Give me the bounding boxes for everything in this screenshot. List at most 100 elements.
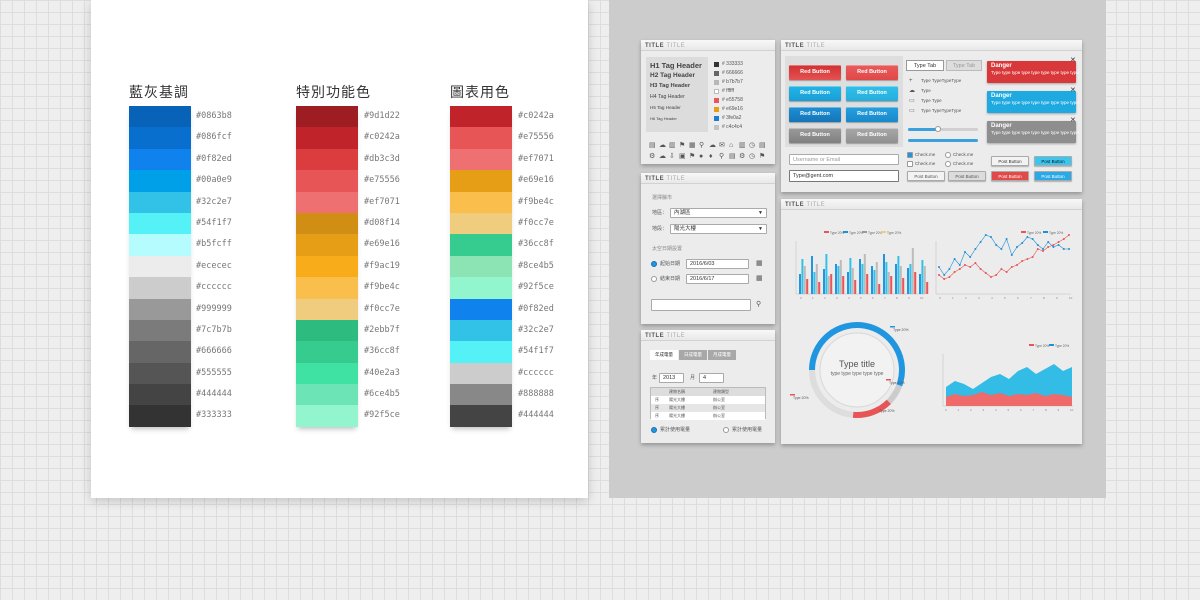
x-tick-label: 10: [920, 296, 924, 300]
color-hex-label: #c0242a: [518, 111, 554, 121]
end-date-input[interactable]: 2016/6/17: [686, 274, 749, 284]
red-button[interactable]: Red Button: [789, 107, 841, 122]
icon-drop-icon[interactable]: ♦: [709, 153, 713, 160]
post-button[interactable]: Post Button: [991, 156, 1029, 166]
icon-flag-icon[interactable]: ⚑: [679, 142, 685, 149]
icon-cloud-icon[interactable]: ☁: [659, 142, 666, 149]
color-hex-label: #9d1d22: [364, 111, 400, 121]
table-tab[interactable]: 年成電量: [650, 350, 678, 360]
bar: [875, 262, 878, 294]
palette-title-chart: 圖表用色: [450, 84, 510, 100]
calendar-icon[interactable]: ▦: [756, 260, 763, 267]
close-icon[interactable]: ✕: [1070, 117, 1076, 124]
text-color-label: # c4c4c4: [722, 124, 743, 130]
calendar-icon[interactable]: ▦: [756, 275, 763, 282]
icon-dot-icon[interactable]: ●: [699, 153, 703, 160]
red-button[interactable]: Red Button: [846, 86, 898, 101]
radio-end[interactable]: [651, 276, 657, 282]
red-button[interactable]: Red Button: [846, 65, 898, 80]
year-select[interactable]: 2013: [659, 373, 684, 383]
icon-cloud-icon[interactable]: ☁: [709, 142, 716, 149]
color-swatch: [296, 191, 358, 213]
icon-clock-icon[interactable]: ◷: [749, 153, 755, 160]
color-swatch: [450, 384, 512, 406]
checkbox[interactable]: [945, 161, 951, 167]
x-tick-label: 2: [824, 296, 826, 300]
text-color-label: # 333333: [722, 61, 743, 67]
color-hex-label: #b5fcff: [196, 239, 232, 250]
icon-grid-icon[interactable]: ▥: [669, 142, 676, 149]
icon-home-icon[interactable]: ⌂: [729, 142, 733, 149]
red-button[interactable]: Red Button: [789, 65, 841, 80]
checkbox[interactable]: [907, 161, 913, 167]
icon-table-icon[interactable]: ▦: [689, 142, 696, 149]
icon-search-icon[interactable]: ⚲: [719, 153, 724, 160]
color-hex-label: #ececec: [196, 260, 232, 271]
radio-total-b[interactable]: [723, 427, 729, 433]
list-item-icon: ▭: [909, 108, 915, 114]
list-item[interactable]: Type: [921, 88, 931, 94]
tab-inactive[interactable]: Type Tab: [946, 60, 982, 71]
search-icon[interactable]: ⚲: [756, 301, 761, 308]
close-icon[interactable]: ✕: [1070, 57, 1076, 64]
tab-active[interactable]: Type Tab: [906, 60, 944, 71]
icon-flag-icon[interactable]: ⚑: [759, 153, 765, 160]
search-input[interactable]: [651, 299, 751, 311]
post-button[interactable]: Post Button: [948, 171, 986, 181]
radio-start[interactable]: [651, 261, 657, 267]
icon-download-icon[interactable]: ⇩: [669, 153, 675, 160]
icon-chart-icon[interactable]: ▥: [739, 142, 746, 149]
red-button[interactable]: Red Button: [789, 86, 841, 101]
month-select[interactable]: 4: [699, 373, 724, 383]
table-row[interactable]: 序 陽光大樓 辦公室: [651, 404, 765, 412]
table-tab[interactable]: 月成電量: [708, 350, 736, 360]
color-hex-label: #e75556: [364, 175, 400, 186]
icon-gear-icon[interactable]: ⚙: [649, 153, 655, 160]
post-button[interactable]: Post Button: [907, 171, 945, 181]
red-button[interactable]: Red Button: [846, 107, 898, 122]
bar: [839, 260, 842, 294]
table-row[interactable]: 序 陽光大樓 辦公室: [651, 412, 765, 420]
icon-gear-icon[interactable]: ⚙: [739, 153, 745, 160]
icon-search-icon[interactable]: ⚲: [699, 142, 704, 149]
bar: [803, 266, 806, 294]
icon-cloud-icon[interactable]: ☁: [659, 153, 666, 160]
icon-mail-icon[interactable]: ✉: [719, 142, 725, 149]
table-row[interactable]: 序 陽光大樓 辦公室: [651, 396, 765, 404]
list-item[interactable]: Type TypeTypeType: [921, 78, 961, 84]
red-button[interactable]: Red Button: [789, 128, 841, 143]
icon-doc-icon[interactable]: ▤: [759, 142, 766, 149]
username-input[interactable]: Username or Email: [789, 154, 899, 165]
table-tab[interactable]: 日成電量: [679, 350, 707, 360]
color-hex-label: #00a0e9: [196, 175, 232, 186]
x-tick-label: 3: [836, 296, 838, 300]
color-hex-label: #92f5ce: [518, 282, 554, 293]
icon-list-icon[interactable]: ▤: [649, 142, 656, 149]
color-hex-label: #0f82ed: [196, 153, 232, 164]
icon-list-icon[interactable]: ▤: [729, 153, 736, 160]
line-series: [938, 234, 1069, 276]
close-icon[interactable]: ✕: [1070, 87, 1076, 94]
icon-clock-icon[interactable]: ◷: [749, 142, 755, 149]
lot-select[interactable]: 陽光大樓 ▼: [670, 224, 767, 234]
start-date-input[interactable]: 2016/6/03: [686, 259, 749, 269]
radio-total-a[interactable]: [651, 427, 657, 433]
email-input[interactable]: Type@gent.com: [789, 170, 899, 182]
checkbox[interactable]: [907, 152, 913, 158]
region-select[interactable]: 內湖區 ▼: [670, 208, 767, 218]
icon-flag-icon[interactable]: ⚑: [689, 153, 695, 160]
list-item[interactable]: Type TypeTypeType: [921, 108, 961, 114]
post-button[interactable]: Post Button: [1034, 156, 1072, 166]
x-tick-label: 1: [952, 296, 954, 300]
post-button[interactable]: Post Button: [1034, 171, 1072, 181]
form-section-region: 選擇縣市: [652, 195, 673, 201]
checkbox[interactable]: [945, 152, 951, 158]
red-button[interactable]: Red Button: [846, 128, 898, 143]
icon-box-icon[interactable]: ▣: [679, 153, 686, 160]
color-swatch: [296, 234, 358, 256]
color-swatch: [296, 212, 358, 235]
danger-alert: Danger Type type type type type type type…: [987, 61, 1079, 83]
slider-handle[interactable]: [935, 126, 941, 132]
post-button[interactable]: Post Button: [991, 171, 1029, 181]
list-item[interactable]: Type Type: [921, 98, 942, 104]
